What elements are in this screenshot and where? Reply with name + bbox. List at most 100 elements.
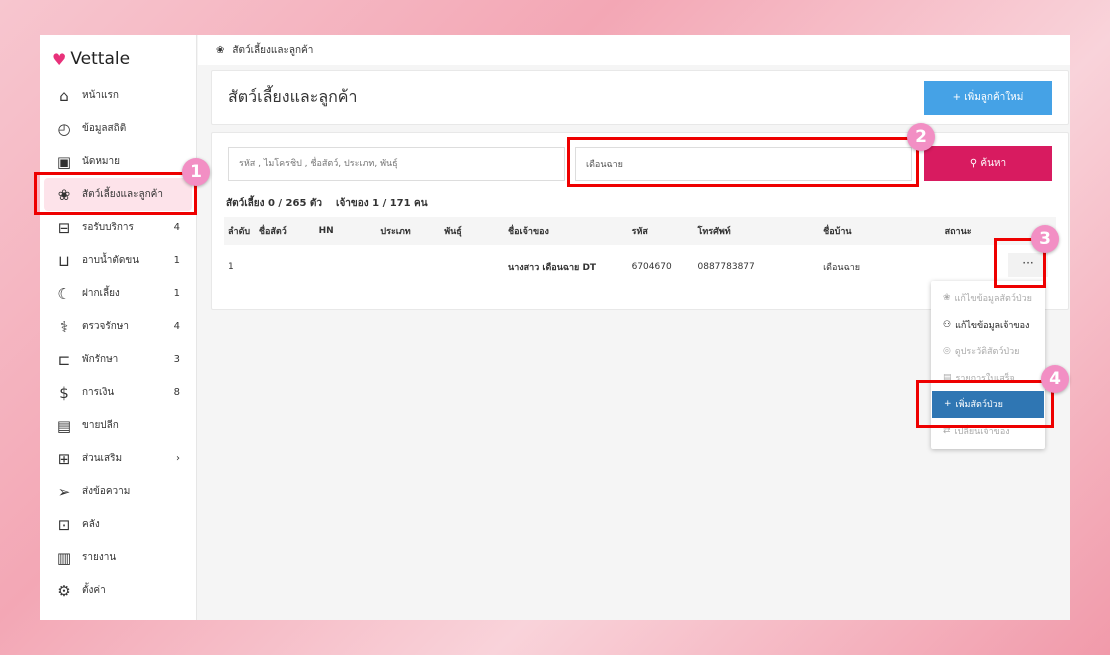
table-cell: นางสาว เดือนฉาย DT [508, 263, 597, 273]
page-header: สัตว์เลี้ยงและลูกค้า + เพิ่มลูกค้าใหม่ [211, 70, 1069, 125]
send-icon: ➢ [57, 482, 71, 501]
sidebar-item-count: 4 [173, 321, 180, 332]
column-header: ชื่อสัตว์ [254, 217, 315, 245]
table-cell: 0887783877 [697, 262, 755, 272]
sidebar-item[interactable]: ⊡ คลัง [40, 508, 196, 541]
sidebar-item-label: พักรักษา [82, 354, 119, 365]
sidebar-item-count: › [176, 453, 180, 464]
history-icon: ◎ [943, 346, 951, 357]
paw-icon: ❀ [216, 44, 225, 56]
owner-search-input[interactable] [575, 147, 912, 181]
step-badge-3: 3 [1031, 225, 1059, 253]
results-table: ลำดับ ชื่อสัตว์ HN ประเภท พันธุ์ ชื่อเจ้าของร… [224, 217, 1056, 289]
plus-icon: + [944, 399, 952, 410]
breadcrumb: ❀ สัตว์เลี้ยงและลูกค้า [198, 35, 1070, 65]
table-cell [376, 245, 440, 289]
sidebar-item-label: การเงิน [82, 387, 115, 398]
logo[interactable]: ♥ Vettale [52, 49, 196, 69]
moon-icon: ☾ [57, 284, 71, 303]
table-cell: 1 [228, 262, 234, 272]
step-badge-2: 2 [907, 123, 935, 151]
table-cell [440, 245, 504, 289]
column-header: ประเภท [376, 217, 441, 245]
paw-icon: ❀ [943, 293, 951, 304]
menu-item[interactable]: ⚇ แก้ไขข้อมูลเจ้าของ [931, 312, 1045, 339]
sidebar-item[interactable]: ⌂ หน้าแรก [40, 79, 196, 112]
column-header: โทรศัพท์ [693, 217, 820, 245]
sidebar: ♥ Vettale ⌂ หน้าแรก ◴ ข้อมูลสถิติ ▣ นัดหมาย ❀ สั… [40, 35, 197, 620]
archive-icon: ⊡ [57, 515, 71, 534]
sidebar-item[interactable]: ▣ นัดหมาย [40, 145, 196, 178]
sidebar-item-label: อาบน้ำตัดขน [82, 255, 140, 266]
menu-item[interactable]: ▤ รายการใบเสร็จ [931, 365, 1045, 392]
gear-icon: ⚙ [57, 581, 71, 600]
actions-menu: ❀ แก้ไขข้อมูลสัตว์ป่วย ⚇ แก้ไขข้อมูลเจ้าของ… [931, 281, 1045, 449]
sidebar-item-label: ตรวจรักษา [82, 321, 129, 332]
more-actions-button[interactable]: ··· [1008, 253, 1048, 277]
sidebar-item[interactable]: ⚙ ตั้งค่า [40, 574, 196, 607]
bed-icon: ⊏ [57, 350, 71, 369]
money-icon: $ [59, 383, 69, 402]
sidebar-item-label: ส่งข้อความ [82, 486, 131, 497]
column-header: HN [314, 217, 377, 245]
pet-search-input[interactable] [228, 147, 565, 181]
sidebar-item[interactable]: ⊟ รอรับบริการ 4 [40, 211, 196, 244]
step-badge-4: 4 [1041, 365, 1069, 393]
register-icon: ▤ [56, 416, 72, 435]
step-badge-1: 1 [182, 158, 210, 186]
sidebar-item[interactable]: ⊔ อาบน้ำตัดขน 1 [40, 244, 196, 277]
sidebar-item[interactable]: ❀ สัตว์เลี้ยงและลูกค้า [44, 178, 192, 211]
stethoscope-icon: ⚕ [59, 317, 69, 336]
home-icon: ⌂ [59, 86, 69, 105]
column-header: พันธุ์ [440, 217, 505, 245]
menu-item-label: แก้ไขข้อมูลเจ้าของ [955, 320, 1030, 331]
sidebar-item[interactable]: ⚕ ตรวจรักษา 4 [40, 310, 196, 343]
sofa-icon: ⊟ [57, 218, 71, 237]
sidebar-item-label: ขายปลีก [82, 420, 119, 431]
sidebar-item-label: คลัง [82, 519, 100, 530]
add-customer-button[interactable]: + เพิ่มลูกค้าใหม่ [924, 80, 1052, 115]
sidebar-item-label: ตั้งค่า [82, 585, 106, 596]
sidebar-item-label: สัตว์เลี้ยงและลูกค้า [82, 189, 163, 200]
table-cell [315, 245, 377, 289]
sidebar-item-label: รอรับบริการ [82, 222, 134, 233]
sidebar-item-count: 1 [173, 288, 180, 299]
plus-box-icon: ⊞ [57, 449, 71, 468]
sidebar-item[interactable]: ➢ ส่งข้อความ [40, 475, 196, 508]
column-header: ลำดับ [224, 217, 255, 245]
sidebar-item[interactable]: ⊞ ส่วนเสริม › [40, 442, 196, 475]
chart-icon: ▥ [56, 548, 72, 567]
sidebar-item[interactable]: ☾ ฝากเลี้ยง 1 [40, 277, 196, 310]
menu-item-label: ดูประวัติสัตว์ป่วย [954, 347, 1020, 358]
menu-item[interactable]: ◎ ดูประวัติสัตว์ป่วย [931, 338, 1045, 365]
search-icon: ⚲ [969, 158, 981, 169]
pet-count: สัตว์เลี้ยง 0 / 265 ตัว [226, 198, 323, 209]
sidebar-item[interactable]: ▥ รายงาน [40, 541, 196, 574]
sidebar-item[interactable]: ▤ ขายปลีก [40, 409, 196, 442]
sidebar-item-label: ส่วนเสริม [82, 453, 123, 464]
user-icon: ⚇ [943, 319, 952, 330]
page-title: สัตว์เลี้ยงและลูกค้า [228, 87, 358, 106]
sidebar-item-count: 3 [173, 354, 180, 365]
column-header: ชื่อเจ้าของ [504, 217, 628, 245]
menu-item[interactable]: + เพิ่มสัตว์ป่วย [932, 391, 1044, 418]
sidebar-item-count: 1 [173, 255, 180, 266]
bathtub-icon: ⊔ [58, 251, 70, 270]
search-button[interactable]: ⚲ ค้นหา [924, 146, 1052, 181]
column-header: รหัส [627, 217, 694, 245]
menu-item[interactable]: ⇄ เปลี่ยนเจ้าของ [931, 418, 1045, 445]
sidebar-item[interactable]: ◴ ข้อมูลสถิติ [40, 112, 196, 145]
sidebar-item-count: 4 [173, 222, 180, 233]
sidebar-item[interactable]: $ การเงิน 8 [40, 376, 196, 409]
table-cell: เดือนฉาย [823, 263, 861, 273]
gauge-icon: ◴ [57, 119, 71, 138]
calendar-icon: ▣ [56, 152, 72, 171]
table-cell [255, 245, 315, 289]
sidebar-item-count: 8 [173, 387, 180, 398]
menu-item-label: รายการใบเสร็จ [955, 373, 1015, 384]
table-cell: 6704670 [631, 262, 672, 272]
sidebar-item[interactable]: ⊏ พักรักษา 3 [40, 343, 196, 376]
swap-icon: ⇄ [943, 425, 951, 436]
sidebar-item-label: ข้อมูลสถิติ [82, 123, 127, 134]
menu-item[interactable]: ❀ แก้ไขข้อมูลสัตว์ป่วย [931, 285, 1045, 312]
